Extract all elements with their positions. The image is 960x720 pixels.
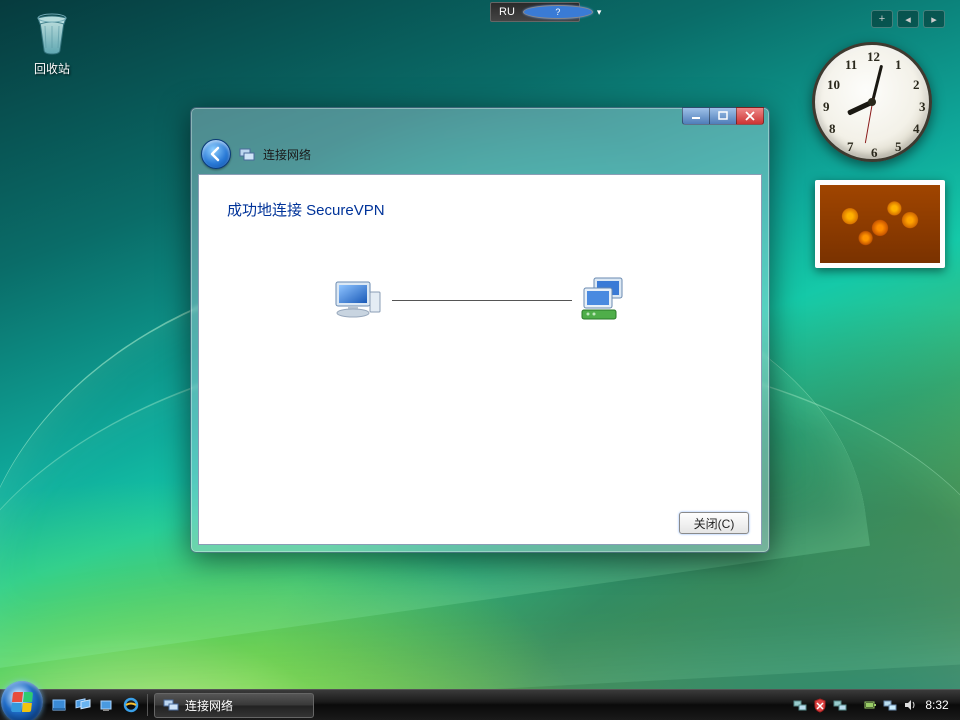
windows-logo-icon [11,692,33,712]
taskbar-task-connect-network[interactable]: 连接网络 [154,693,314,718]
minimize-button[interactable] [682,107,710,125]
clock-num-5: 5 [895,139,902,155]
ie-button[interactable] [120,693,142,717]
tray-network3-icon[interactable] [882,697,898,713]
close-button[interactable] [736,107,764,125]
system-tray: 8:32 [792,697,960,713]
connect-network-window: 连接网络 成功地连接 SecureVPN [190,107,770,553]
desktop[interactable]: 回收站 RU ? ▾ + ◂ ▸ 12 1 2 3 4 5 6 7 8 9 10… [0,0,960,720]
clock-num-2: 2 [913,77,920,93]
arrow-left-icon [208,146,224,162]
clock-num-3: 3 [919,99,926,115]
clock-num-1: 1 [895,57,902,73]
taskbar-task-label: 连接网络 [185,697,233,714]
dialog-button-row: 关闭(C) [199,502,761,544]
tray-battery-icon[interactable] [862,697,878,713]
clock-num-7: 7 [847,139,854,155]
clock-num-11: 11 [845,57,857,73]
taskbar: 连接网络 8:32 [0,689,960,720]
clock-num-4: 4 [913,121,920,137]
tray-separator [852,697,858,713]
clock-center-pin [868,98,876,106]
gadget-prev-button[interactable]: ◂ [897,10,919,28]
clock-num-12: 12 [867,49,880,65]
clock-num-9: 9 [823,99,830,115]
clock-num-6: 6 [871,145,878,161]
dialog-body [199,230,761,502]
clock-num-8: 8 [829,121,836,137]
tray-network1-icon[interactable] [792,697,808,713]
recycle-bin-icon[interactable]: 回收站 [14,8,90,77]
connection-line [392,300,572,301]
clock-gadget[interactable]: 12 1 2 3 4 5 6 7 8 9 10 11 [812,42,932,162]
maximize-button[interactable] [709,107,737,125]
titlebar[interactable] [191,108,769,136]
taskbar-clock[interactable]: 8:32 [922,698,952,712]
close-dialog-button[interactable]: 关闭(C) [679,512,749,534]
network-icon [163,697,179,713]
language-bar[interactable]: RU ? ▾ [490,2,580,22]
clock-num-10: 10 [827,77,840,93]
window-client-area: 成功地连接 SecureVPN [198,174,762,545]
dialog-heading: 成功地连接 SecureVPN [199,175,761,230]
show-desktop-button[interactable] [48,693,70,717]
langbar-options-icon[interactable]: ▾ [597,7,602,18]
help-icon[interactable]: ? [523,5,593,19]
window-title: 连接网络 [263,146,311,163]
back-button[interactable] [201,139,231,169]
sidebar-gadget-controls: + ◂ ▸ [871,10,945,28]
quick-launch [48,693,151,717]
connection-graphic [199,276,761,324]
gadget-next-button[interactable]: ▸ [923,10,945,28]
nav-strip: 连接网络 [197,136,763,172]
explorer-button[interactable] [96,693,118,717]
switch-windows-button[interactable] [72,693,94,717]
tray-volume-icon[interactable] [902,697,918,713]
gadget-add-button[interactable]: + [871,10,893,28]
tray-security-icon[interactable] [812,697,828,713]
local-computer-icon [328,276,384,324]
recycle-bin-label: 回收站 [14,60,90,77]
slideshow-gadget[interactable] [815,180,945,268]
quick-launch-separator [147,694,148,716]
start-button[interactable] [1,681,43,720]
slideshow-image [820,185,940,263]
langbar-lang-label[interactable]: RU [499,6,515,18]
network-icon [239,146,255,162]
remote-network-icon [580,276,632,324]
tray-network2-icon[interactable] [832,697,848,713]
